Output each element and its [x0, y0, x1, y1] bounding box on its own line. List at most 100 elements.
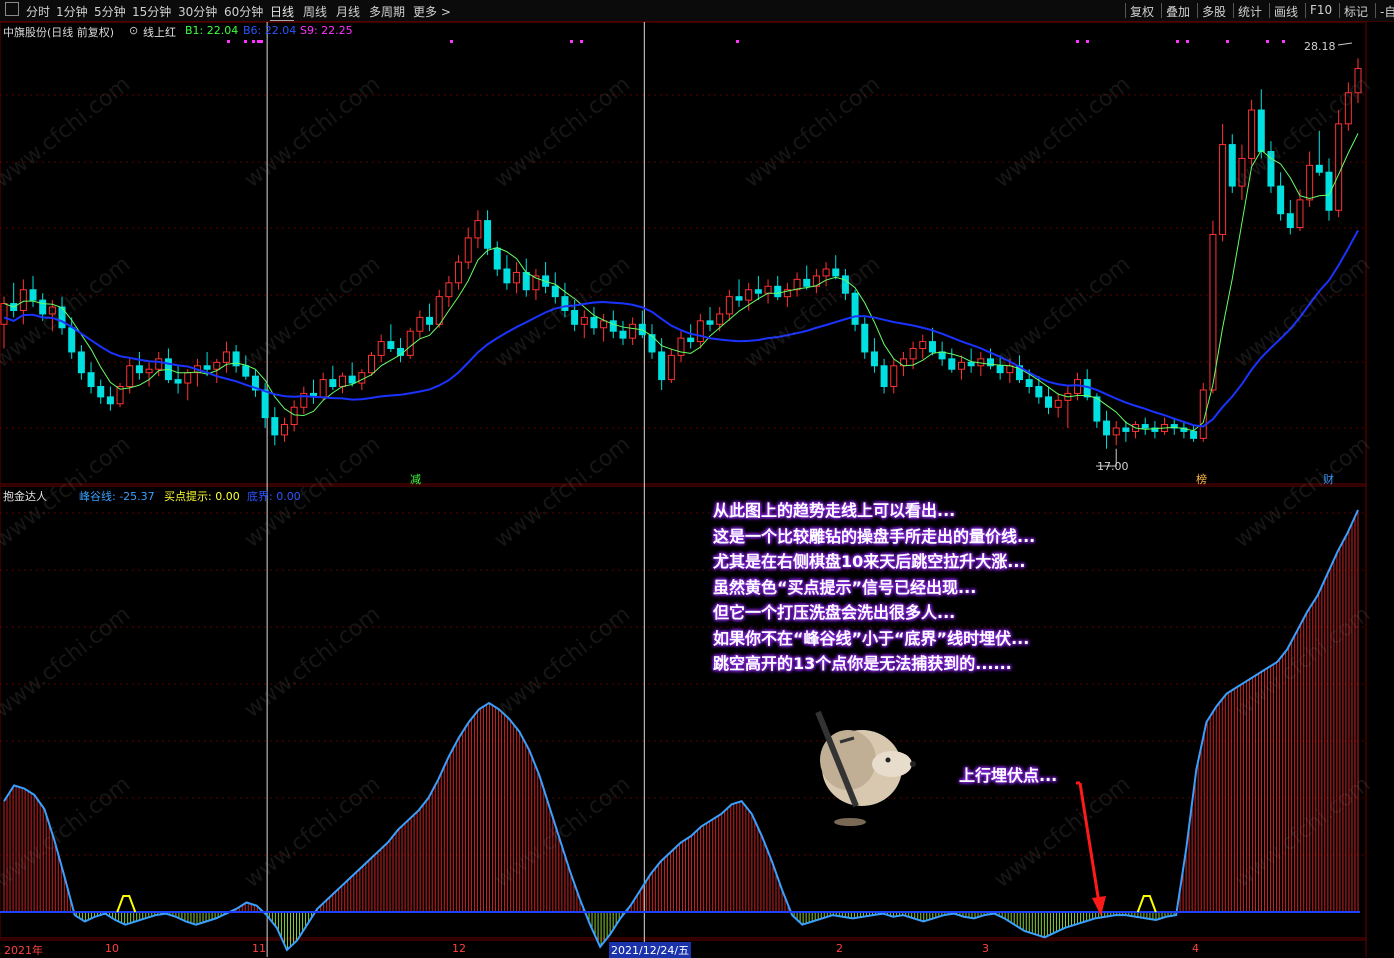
candle-body	[774, 285, 782, 298]
candle-body	[1286, 213, 1294, 229]
candle-body	[629, 323, 637, 339]
candle-body	[348, 375, 356, 384]
candle-body	[261, 389, 269, 419]
candle-body	[1306, 164, 1314, 201]
candle-body	[677, 337, 685, 356]
candle-body	[870, 351, 878, 367]
signal-dot	[1186, 40, 1189, 43]
candle-body	[919, 341, 927, 349]
marker-a[interactable]: 减	[410, 471, 421, 487]
candle-body	[280, 424, 288, 436]
candle-body	[339, 375, 346, 388]
high-pointer	[1337, 42, 1353, 46]
candle-body	[106, 396, 114, 405]
x-axis-2: 11	[252, 942, 266, 955]
mascot-shape	[885, 757, 891, 763]
b1-value: B1: 22.04	[185, 24, 239, 37]
annotation-line: 跳空高开的13个点你是无法捕获到的......	[713, 654, 1012, 673]
signal-dot	[1086, 40, 1089, 43]
candle-body	[1045, 396, 1053, 408]
candle-body	[658, 351, 666, 381]
candle-body	[464, 237, 472, 263]
candle-body	[725, 296, 733, 315]
candle-body	[1122, 427, 1130, 432]
candle-body	[387, 341, 395, 349]
candle-body	[377, 341, 385, 356]
signal-dot	[1226, 40, 1229, 43]
annotation-entry-point: 上行埋伏点...	[959, 766, 1058, 785]
signal-dot	[1076, 40, 1079, 43]
candle-body	[1141, 424, 1149, 429]
candle-body	[609, 320, 617, 332]
x-axis-3: 12	[452, 942, 466, 955]
annotation-line: 但它一个打压洗盘会洗出很多人...	[713, 603, 956, 622]
annotation-text: 从此图上的趋势走线上可以看出... 这是一个比较雕钻的操盘手所走出的量价线...…	[713, 498, 1035, 677]
candle-body	[1093, 396, 1101, 422]
x-axis-6: 3	[982, 942, 989, 955]
peak-valley-value: 峰谷线: -25.37	[79, 490, 155, 503]
buy-hint-value: 买点提示: 0.00	[164, 490, 240, 503]
candle-body	[290, 406, 298, 426]
signal-dot	[570, 40, 573, 43]
candle-body	[1054, 399, 1062, 408]
candle-body	[1035, 386, 1043, 398]
candle-body	[174, 379, 182, 384]
x-axis-0: 2021年	[4, 944, 43, 957]
x-axis-5: 2	[836, 942, 843, 955]
candle-body	[435, 296, 443, 325]
signal-dot	[1176, 40, 1179, 43]
signal-dot	[252, 40, 255, 43]
candle-body	[1209, 233, 1217, 391]
signal-dot	[1266, 40, 1269, 43]
marker-b[interactable]: 榜	[1196, 471, 1207, 487]
annotation-line: 这是一个比较雕钻的操盘手所走出的量价线...	[713, 526, 1036, 546]
candle-body	[242, 365, 250, 377]
mascot-shape	[910, 761, 916, 767]
candle-body	[126, 365, 134, 388]
ma-fast-line	[3, 133, 1359, 432]
signal-dot	[257, 40, 260, 43]
indicator-dropdown-icon[interactable]: ⊙	[129, 24, 138, 37]
candle-body	[135, 365, 143, 374]
indicator-name[interactable]: 线上红	[143, 24, 176, 40]
annotation-line: 如果你不在“峰谷线”小于“底界”线时埋伏...	[713, 628, 1030, 648]
candle-body	[928, 341, 936, 353]
candle-body	[513, 271, 521, 284]
candle-body	[764, 285, 772, 294]
candle-body	[803, 278, 811, 287]
candle-body	[648, 334, 656, 353]
signal-dot	[450, 40, 453, 43]
candle-body	[735, 296, 743, 301]
candle-body	[455, 261, 463, 284]
x-axis-1: 10	[105, 942, 119, 955]
candle-body	[77, 351, 85, 374]
hedgehog-mascot-icon	[815, 710, 916, 826]
x-axis-7: 4	[1192, 942, 1199, 955]
candle-body	[600, 320, 608, 329]
signal-dot	[244, 40, 247, 43]
annotation-line: 虽然黄色“买点提示”信号已经出现...	[713, 577, 977, 597]
candle-body	[1277, 185, 1285, 215]
candle-body	[793, 278, 801, 291]
candle-body	[184, 372, 192, 384]
candle-body	[967, 361, 975, 367]
candle-body	[368, 354, 376, 374]
candle-body	[938, 351, 946, 360]
candle-body	[1315, 164, 1323, 173]
candle-body	[145, 368, 153, 374]
candle-body	[706, 320, 714, 325]
mascot-shape	[872, 751, 912, 777]
annotation-line: 从此图上的趋势走线上可以看出...	[713, 501, 956, 520]
candle-body	[19, 289, 27, 311]
s9-value: S9: 22.25	[300, 24, 353, 37]
candle-body	[696, 320, 704, 343]
candle-body	[948, 358, 956, 370]
signal-dot	[227, 40, 230, 43]
candle-body	[87, 372, 95, 388]
candle-body	[0, 303, 8, 325]
signal-dot	[260, 40, 263, 43]
candle-body	[29, 289, 37, 301]
candle-body	[329, 379, 337, 388]
candle-body	[1296, 199, 1304, 229]
candle-body	[590, 316, 598, 329]
